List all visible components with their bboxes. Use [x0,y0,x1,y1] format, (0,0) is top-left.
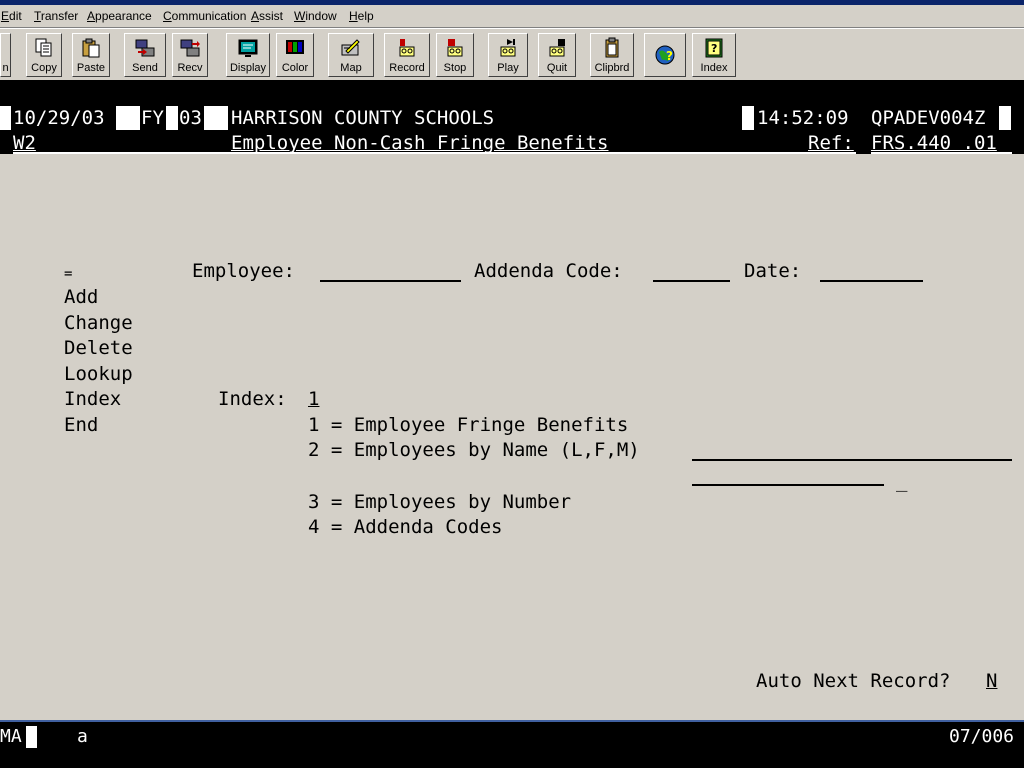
status-cursor-position: 07/006 [949,726,1015,747]
copy-button[interactable]: Copy [26,33,62,77]
menu-appearance[interactable]: Appearance [87,9,152,23]
record-icon [399,39,415,57]
play-button[interactable]: Play [488,33,528,77]
index-option-4: 4 = Addenda Codes [308,516,503,538]
status-cursor [26,726,37,748]
svg-text:?: ? [711,42,717,55]
send-icon [135,39,155,57]
receive-button[interactable]: Recv [172,33,208,77]
receive-icon [180,39,200,57]
name-extra-field[interactable]: _ [896,469,907,493]
play-icon [500,39,516,57]
help-globe-icon: ? [655,45,675,65]
receive-button-label: Recv [177,62,203,74]
field-marker [204,106,228,130]
open-button[interactable]: n [0,33,11,77]
quit-icon [549,39,565,57]
name-input[interactable] [692,459,1012,461]
play-button-label: Play [497,62,519,74]
index-option-2: 2 = Employees by Name (L,F,M) [308,439,640,461]
date-input[interactable] [820,280,923,282]
header-fy-value: 03 [179,107,202,129]
color-button-label: Color [281,62,309,74]
menu-communication[interactable]: Communication [163,9,246,23]
index-button[interactable]: ? Index [692,33,736,77]
paste-button-label: Paste [76,62,106,74]
index-button-label: Index [700,62,728,74]
index-option-3: 3 = Employees by Number [308,491,572,513]
copy-button-label: Copy [31,62,57,74]
clipboard-button[interactable]: Clipbrd [590,33,634,77]
map-icon [341,39,360,56]
addenda-code-label: Addenda Code: [474,260,623,282]
quit-button-label: Quit [546,62,568,74]
paste-icon [82,38,100,58]
action-lookup[interactable]: Lookup [64,362,133,386]
employee-input[interactable] [320,280,461,282]
display-button[interactable]: Display [226,33,270,77]
menu-transfer[interactable]: Transfer [34,9,78,23]
index-label: Index: [218,388,287,410]
display-icon [238,39,258,57]
svg-text:?: ? [666,49,673,63]
menu-edit[interactable]: Edit [1,9,22,23]
employee-label: Employee: [192,260,295,282]
header-date: 10/29/03 [13,107,105,129]
action-change[interactable]: Change [64,311,133,335]
field-marker [0,106,11,130]
field-marker [742,106,754,130]
date-label: Date: [744,260,802,282]
menu-window[interactable]: Window [294,9,337,23]
index-input[interactable]: 1 [308,387,319,411]
send-button[interactable]: Send [124,33,166,77]
map-button-label: Map [340,62,362,74]
send-button-label: Send [132,62,158,74]
map-button[interactable]: Map [328,33,374,77]
toolbar: n Copy Paste Send Recv Display Color Map… [0,29,1024,80]
open-button-label: n [2,62,9,74]
record-button-label: Record [389,62,425,74]
menu-assist[interactable]: Assist [251,9,283,23]
addenda-code-input[interactable] [653,280,730,282]
auto-next-input[interactable]: N [986,669,997,693]
help-button[interactable]: ? [644,33,686,77]
terminal-screen [0,80,1024,720]
color-button[interactable]: Color [276,33,314,77]
field-marker [999,106,1011,130]
field-marker [166,106,178,130]
header-program-id: QPADEV004Z [871,107,986,129]
name-input-continued[interactable] [692,484,884,486]
stop-button-label: Stop [443,62,467,74]
menu-bar: Edit Transfer Appearance Communication A… [0,5,1024,27]
action-delete[interactable]: Delete [64,336,133,360]
header-time: 14:52:09 [757,107,849,129]
quit-button[interactable]: Quit [538,33,576,77]
index-option-1: 1 = Employee Fringe Benefits [308,414,629,436]
status-bar [0,720,1024,768]
menu-help[interactable]: Help [349,9,374,23]
action-index[interactable]: Index [64,387,121,411]
action-add[interactable]: Add [64,285,98,309]
stop-button[interactable]: Stop [436,33,474,77]
auto-next-label: Auto Next Record? [756,670,951,692]
header-underline [871,152,1012,154]
header-org: HARRISON COUNTY SCHOOLS [231,107,495,129]
header-underline [13,152,856,154]
stop-icon [447,39,463,57]
paste-button[interactable]: Paste [72,33,110,77]
record-button[interactable]: Record [384,33,430,77]
field-marker [116,106,140,130]
action-end[interactable]: End [64,413,98,437]
header-fy-label: FY [141,107,164,129]
clipboard-icon [605,37,619,58]
copy-icon [35,38,52,57]
status-indicator: a [77,726,88,747]
status-mode: MA [0,726,22,747]
color-icon [286,40,304,54]
index-icon: ? [705,38,723,58]
action-field[interactable]: = [64,262,72,286]
clipboard-button-label: Clipbrd [594,62,630,74]
display-button-label: Display [229,62,267,74]
status-divider [0,720,1024,722]
